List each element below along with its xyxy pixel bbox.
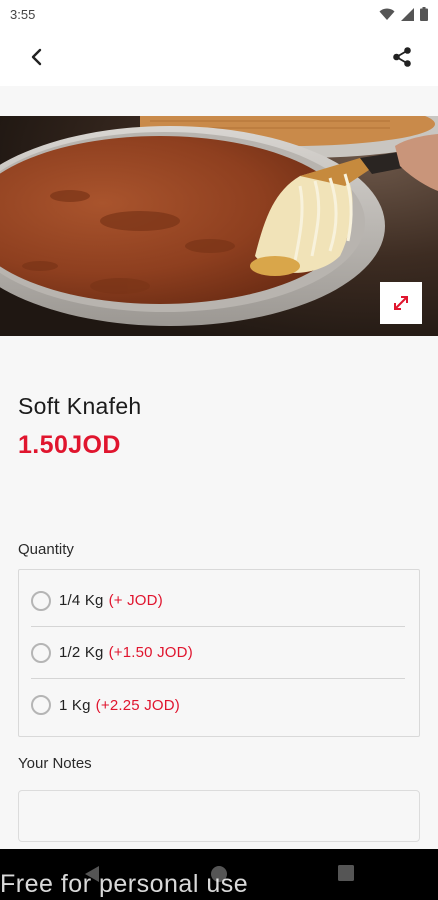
system-nav-bar: Free for personal use [0, 849, 438, 900]
back-arrow-icon [31, 48, 42, 66]
nav-recents-icon[interactable] [338, 865, 354, 881]
share-icon [393, 47, 411, 67]
watermark-text: Free for personal use [0, 870, 249, 898]
radio-button[interactable] [31, 642, 51, 663]
quantity-option-half-kg[interactable]: 1/2 Kg (+1.50 JOD) [31, 627, 405, 679]
toolbar [0, 28, 438, 86]
option-price: (+ JOD) [108, 592, 163, 609]
product-image [0, 116, 438, 336]
quantity-label: Quantity [18, 541, 74, 558]
expand-icon [394, 296, 408, 310]
battery-icon [420, 7, 428, 21]
status-icons [379, 7, 428, 21]
notes-label: Your Notes [18, 755, 92, 772]
product-name: Soft Knafeh [18, 393, 142, 419]
expand-image-button[interactable] [380, 282, 422, 324]
status-bar: 3:55 [0, 0, 438, 28]
option-label: 1 Kg [59, 696, 91, 714]
wifi-icon [379, 8, 395, 20]
status-time: 3:55 [10, 6, 36, 22]
knafeh-photo [0, 116, 438, 336]
quantity-option-quarter-kg[interactable]: 1/4 Kg (+ JOD) [31, 575, 405, 627]
share-button[interactable] [386, 41, 418, 73]
option-price: (+2.25 JOD) [95, 696, 180, 714]
product-price: 1.50JOD [18, 431, 121, 459]
notes-input[interactable] [18, 790, 420, 842]
radio-button[interactable] [31, 590, 51, 611]
quantity-option-one-kg[interactable]: 1 Kg (+2.25 JOD) [31, 679, 405, 731]
option-label: 1/4 Kg [59, 592, 104, 609]
radio-button[interactable] [31, 695, 51, 715]
quantity-options: 1/4 Kg (+ JOD) 1/2 Kg (+1.50 JOD) 1 Kg (… [18, 569, 420, 737]
signal-icon [401, 7, 414, 21]
option-label: 1/2 Kg [59, 644, 104, 661]
option-price: (+1.50 JOD) [108, 644, 193, 661]
back-button[interactable] [20, 41, 52, 73]
